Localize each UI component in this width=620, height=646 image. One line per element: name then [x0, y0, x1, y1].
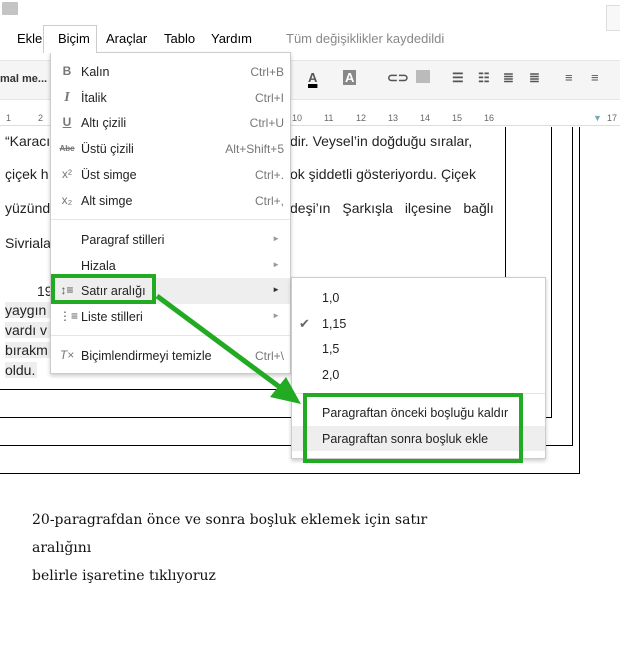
arrow-shaft	[155, 293, 287, 394]
annotation-arrow	[155, 293, 301, 404]
